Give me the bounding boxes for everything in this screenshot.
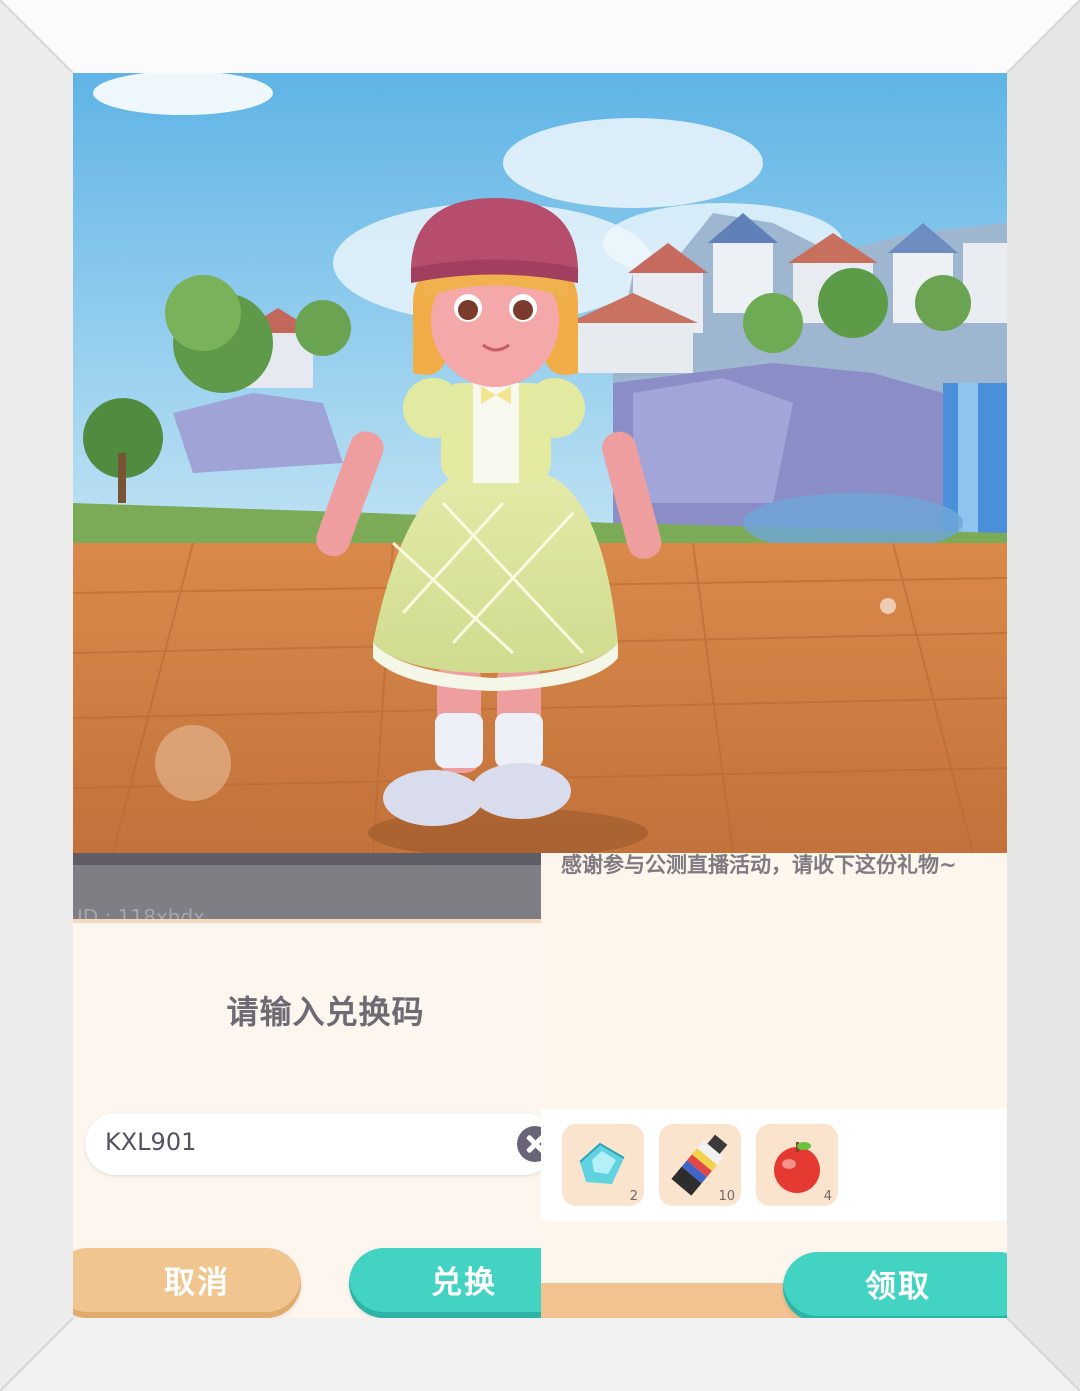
reward-quantity: 10	[718, 1189, 735, 1204]
claim-button[interactable]: 领取	[783, 1252, 1007, 1318]
screenshot-content: ID : 118xhdx 请输入兑换码 KXL901 取消 兑换 感谢参与公测直…	[73, 73, 1007, 1318]
redeem-code-input[interactable]: KXL901	[85, 1113, 555, 1175]
mail-panel: 感谢参与公测直播活动，请收下这份礼物~ 2 10 4 领取	[541, 853, 1007, 1318]
game-scene	[73, 73, 1007, 853]
redeem-code-value: KXL901	[105, 1128, 197, 1156]
reward-item[interactable]: 4	[756, 1124, 838, 1206]
cancel-button-label: 取消	[164, 1265, 230, 1301]
redeem-prompt: 请输入兑换码	[226, 993, 425, 1031]
claim-button-label: 领取	[865, 1269, 931, 1305]
reward-list: 2 10 4	[541, 1109, 1007, 1221]
reward-quantity: 4	[823, 1189, 832, 1204]
redeem-button-label: 兑换	[431, 1265, 497, 1301]
reward-item[interactable]: 10	[659, 1124, 741, 1206]
redeem-dialog: ID : 118xhdx 请输入兑换码 KXL901 取消 兑换	[73, 853, 579, 1318]
dimmed-background: ID : 118xhdx	[73, 853, 541, 929]
mail-message: 感谢参与公测直播活动，请收下这份礼物~	[561, 853, 957, 877]
reward-quantity: 2	[629, 1189, 638, 1204]
reward-item[interactable]: 2	[562, 1124, 644, 1206]
cancel-button[interactable]: 取消	[73, 1248, 301, 1318]
